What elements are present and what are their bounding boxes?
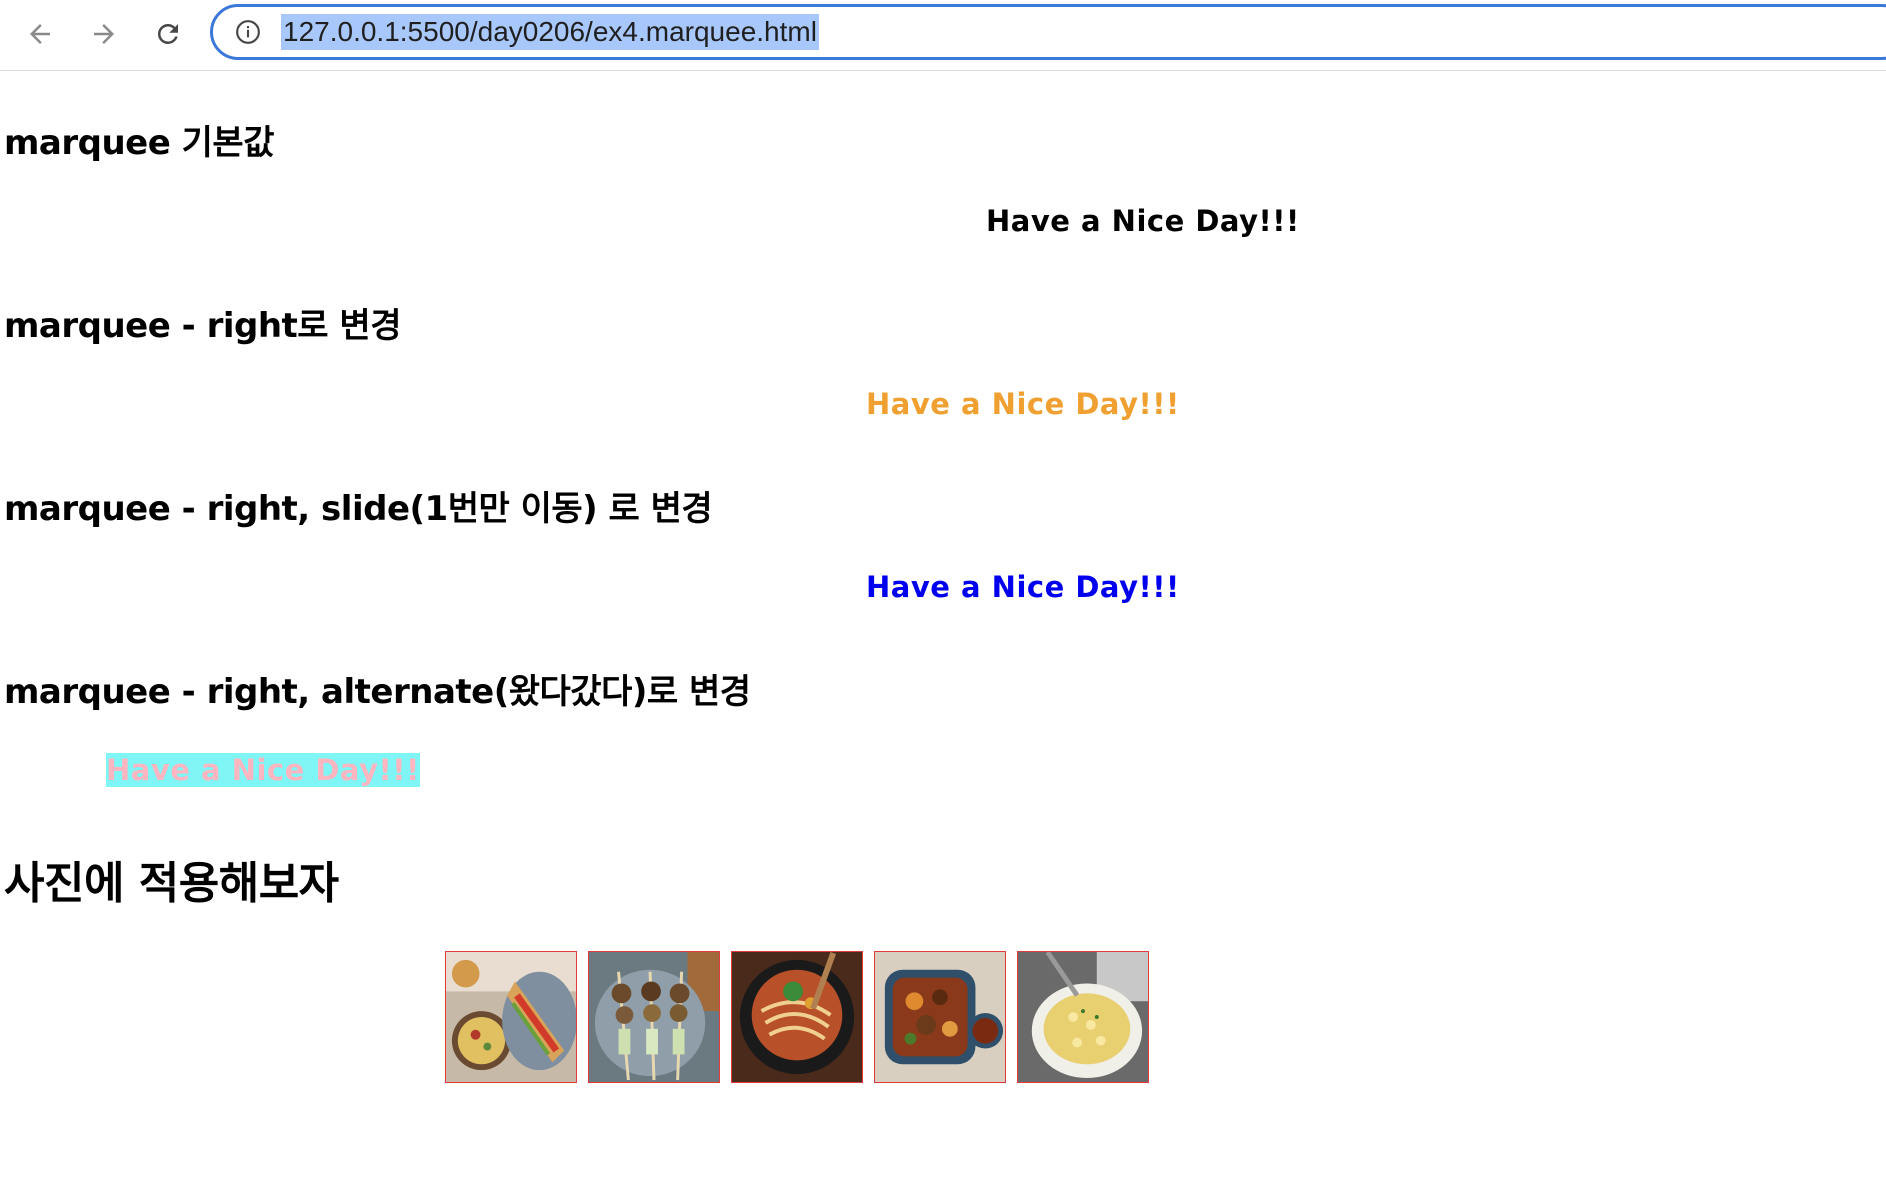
noodle-soup-photo (731, 951, 863, 1083)
forward-button[interactable] (82, 12, 126, 56)
back-button[interactable] (18, 12, 62, 56)
stew-photo (874, 951, 1006, 1083)
heading-photo-section: 사진에 적용해보자 (4, 858, 339, 909)
marquee-right: Have a Nice Day!!! (866, 387, 1180, 421)
sandwich-photo (445, 951, 577, 1083)
marquee-slide-text: Have a Nice Day!!! (866, 570, 1180, 604)
heading-marquee-default: marquee 기본값 (4, 123, 274, 163)
marquee-alternate: Have a Nice Day!!! (106, 753, 420, 787)
reload-button[interactable] (146, 12, 190, 56)
marquee-alternate-text: Have a Nice Day!!! (106, 753, 420, 787)
mac-and-cheese-photo (1017, 951, 1149, 1083)
info-icon[interactable] (235, 19, 261, 45)
heading-marquee-right: marquee - right로 변경 (4, 306, 401, 346)
page-content: marquee 기본값 Have a Nice Day!!! marquee -… (0, 71, 1886, 1182)
browser-toolbar: 127.0.0.1:5500/day0206/ex4.marquee.html (0, 0, 1886, 71)
arrow-right-icon (94, 24, 114, 44)
reload-icon (157, 23, 178, 44)
address-bar[interactable]: 127.0.0.1:5500/day0206/ex4.marquee.html (210, 4, 1886, 60)
skewer-photo (588, 951, 720, 1083)
heading-marquee-alternate: marquee - right, alternate(왔다갔다)로 변경 (4, 672, 751, 712)
marquee-default: Have a Nice Day!!! (986, 204, 1300, 238)
marquee-default-text: Have a Nice Day!!! (986, 204, 1300, 238)
marquee-slide: Have a Nice Day!!! (866, 570, 1180, 604)
url-text[interactable]: 127.0.0.1:5500/day0206/ex4.marquee.html (281, 14, 819, 50)
arrow-left-icon (30, 24, 50, 44)
heading-marquee-slide: marquee - right, slide(1번만 이동) 로 변경 (4, 489, 713, 529)
marquee-right-text: Have a Nice Day!!! (866, 387, 1180, 421)
